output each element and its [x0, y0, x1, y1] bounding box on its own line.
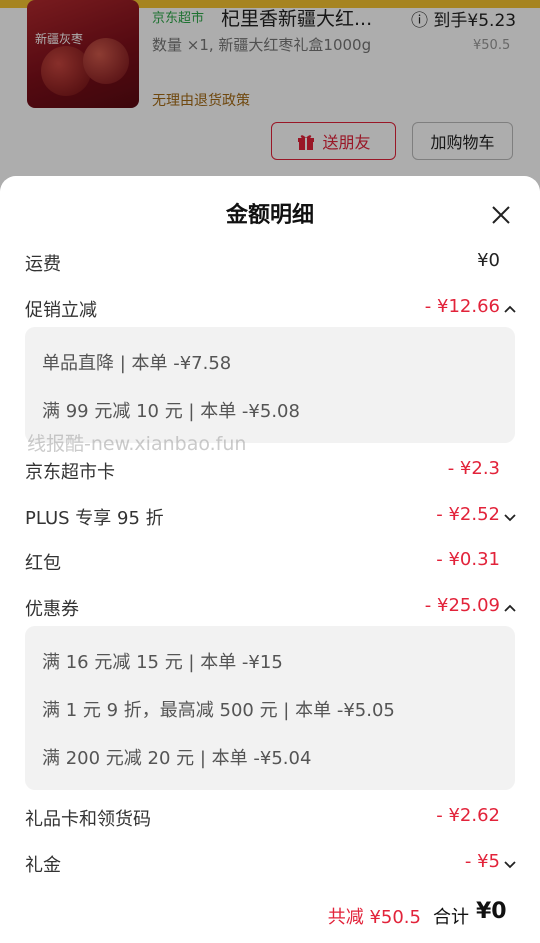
row-value: - ¥25.09: [424, 595, 500, 616]
row-value: - ¥2.3: [447, 458, 500, 479]
coupon-detail-line: 满 1 元 9 折，最高减 500 元 | 本单 -¥5.05: [42, 700, 395, 721]
row-shipping: 运费 ¥0: [0, 246, 540, 280]
row-value: - ¥5: [464, 851, 500, 872]
row-label: 促销立减: [25, 300, 97, 321]
total-value: ¥0: [476, 899, 507, 924]
chevron-up-icon[interactable]: [504, 304, 516, 314]
chevron-down-icon[interactable]: [504, 512, 516, 522]
row-value: - ¥0.31: [436, 549, 500, 570]
row-promo[interactable]: 促销立减 - ¥12.66: [0, 290, 540, 326]
row-label: 红包: [25, 553, 61, 574]
total-label: 合计: [433, 907, 469, 928]
amount-detail-sheet: 金额明细 运费 ¥0 促销立减 - ¥12.66 单品直降 | 本单 -¥7.5…: [0, 176, 540, 943]
watermark: 线报酷-new.xianbao.fun: [27, 433, 247, 455]
summary-footer: 共减 ¥50.5 合计 ¥0: [0, 883, 540, 943]
sheet-title: 金额明细: [225, 203, 314, 228]
row-label: 礼金: [25, 855, 61, 876]
row-plus[interactable]: PLUS 专享 95 折 - ¥2.52: [0, 498, 540, 534]
row-label: 优惠券: [25, 599, 79, 620]
row-label: PLUS 专享 95 折: [25, 508, 164, 529]
row-red-packet: 红包 - ¥0.31: [0, 543, 540, 579]
modal-overlay[interactable]: [0, 0, 540, 200]
chevron-down-icon[interactable]: [504, 859, 516, 869]
sheet-header: 金额明细: [0, 176, 540, 246]
row-value: - ¥12.66: [424, 296, 500, 317]
row-label: 运费: [25, 254, 61, 275]
promo-detail-line: 满 99 元减 10 元 | 本单 -¥5.08: [42, 401, 300, 422]
coupon-detail-line: 满 200 元减 20 元 | 本单 -¥5.04: [42, 748, 312, 769]
row-lijin[interactable]: 礼金 - ¥5: [0, 845, 540, 881]
amount-list[interactable]: 运费 ¥0 促销立减 - ¥12.66 单品直降 | 本单 -¥7.58 满 9…: [0, 246, 540, 883]
close-button[interactable]: [484, 198, 518, 232]
close-icon: [492, 206, 510, 224]
promo-detail-line: 单品直降 | 本单 -¥7.58: [42, 353, 232, 374]
row-value: - ¥2.52: [436, 504, 500, 525]
coupon-detail-line: 满 16 元减 15 元 | 本单 -¥15: [42, 652, 283, 673]
coupon-detail-box: 满 16 元减 15 元 | 本单 -¥15 满 1 元 9 折，最高减 500…: [25, 626, 515, 790]
total-discount: 共减 ¥50.5: [327, 907, 421, 928]
row-gift-card: 礼品卡和领货码 - ¥2.62: [0, 799, 540, 835]
row-label: 礼品卡和领货码: [25, 809, 151, 830]
row-label: 京东超市卡: [25, 462, 115, 483]
row-value: ¥0: [477, 250, 500, 271]
row-jd-card: 京东超市卡 - ¥2.3: [0, 452, 540, 488]
chevron-up-icon[interactable]: [504, 603, 516, 613]
row-coupon[interactable]: 优惠券 - ¥25.09: [0, 589, 540, 625]
row-value: - ¥2.62: [436, 805, 500, 826]
promo-detail-box: 单品直降 | 本单 -¥7.58 满 99 元减 10 元 | 本单 -¥5.0…: [25, 327, 515, 443]
